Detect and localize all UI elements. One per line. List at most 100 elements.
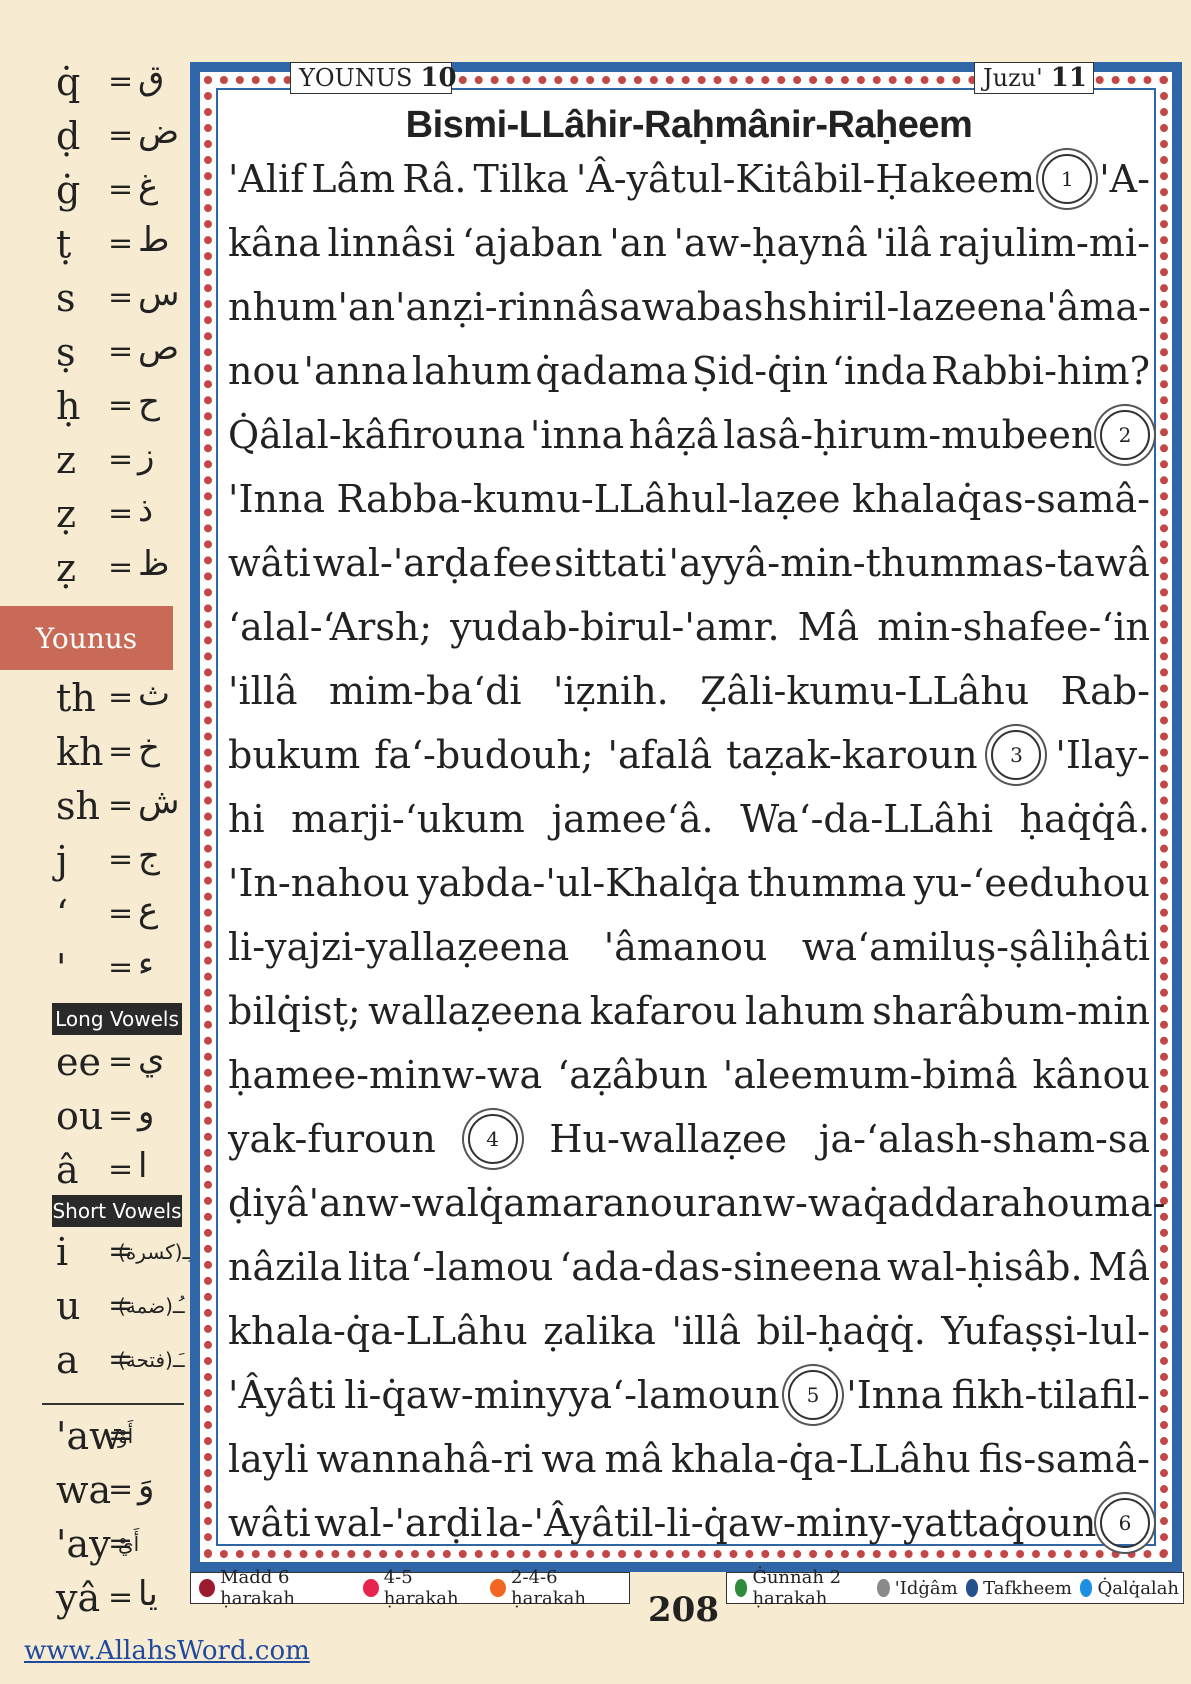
legend-equals: = (108, 1098, 134, 1133)
website-link[interactable]: www.AllahsWord.com (24, 1636, 310, 1666)
legend-arabic: ج (138, 836, 160, 876)
legend-row-short-vowel: a = ـَـ(فتحة) (0, 1334, 185, 1388)
text-line: li-yajzi-yallaẓeena 'âmanou wa‘amiluṣ-ṣâli… (228, 915, 1150, 979)
verse-number-marker: 3 (991, 730, 1042, 780)
word: jamee‘â. (551, 797, 714, 841)
legend-latin: ẓ (56, 546, 77, 590)
legend-equals: = (108, 1472, 134, 1507)
legend-latin: ee (56, 1040, 101, 1084)
text-line: wâti wal-'arḍi la-'Âyâtil-li-q̇aw-miny-yat… (228, 1491, 1150, 1555)
legend-arabic: ز (138, 436, 155, 476)
madd-legend: Madd 6 ḥarakah 4-5 ḥarakah 2-4-6 ḥarakah (190, 1567, 630, 1609)
word: wannahâ-ri (316, 1437, 534, 1481)
legend-latin: q̇ (56, 60, 81, 104)
legend-arabic: ع (138, 890, 159, 930)
verse-lines: 'Alif Lâm Râ. Tilka 'Â-yâtul-Kitâbil-Ḥakeem 1… (228, 147, 1166, 1555)
word: Hu-wallaẓee (549, 1117, 787, 1161)
word: sittati (554, 541, 667, 585)
word: 'afalâ (607, 733, 713, 777)
word: 'illâ (671, 1309, 741, 1353)
legend-arabic: ـُـ(ضمة) (118, 1294, 185, 1318)
word: sharâbum-min (872, 989, 1150, 1033)
word: 'anna (303, 349, 409, 393)
word: 'Â-yâtul-Kitâbil-Ḥakeem (575, 157, 1036, 201)
word: Rabba-kumu-LLâhul-laẓee (336, 477, 841, 521)
word: 'Alif (228, 157, 305, 201)
word: wallaẓeena (368, 989, 583, 1033)
legend-latin: ḍ (56, 114, 81, 158)
word: Ẓâli-kumu-LLâhu (700, 669, 1030, 713)
word: q̇adama (535, 349, 689, 393)
word: kafarou (589, 989, 738, 1033)
legend-latin: u (56, 1284, 81, 1328)
legend-equals: = (108, 550, 134, 585)
legend-row-consonant: sh = ش (0, 780, 185, 834)
word: wal-'arḍi (314, 1501, 483, 1545)
text-line: nou'anna lahum q̇adama Ṣid-q̇in ‘inda Rabbi-h… (228, 339, 1150, 403)
verse-number-marker: 6 (1099, 1498, 1150, 1548)
legend-latin: ṣ (56, 330, 76, 374)
legend-latin: kh (56, 730, 104, 774)
madd-label: 2-4-6 ḥarakah (511, 1567, 586, 1609)
madd-label: 4-5 ḥarakah (383, 1567, 459, 1609)
text-line: khala-q̇a-LLâhu ẓalika 'illâ bil-ḥaq̇q̇. Yuf… (228, 1299, 1150, 1363)
juzu-header: Juzu' 11 (974, 62, 1094, 94)
word: ‘inda (831, 349, 928, 393)
legend-row-consonant: ḥ = ح (0, 380, 185, 434)
word: 'âma- (1046, 285, 1151, 329)
text-line: ‘alal-‘Arsh; yudab-birul-'amr. Mâ min-shafe… (228, 595, 1150, 659)
legend-arabic: ا (138, 1146, 148, 1186)
legend-equals: = (108, 734, 134, 769)
text-line: hi marji-‘ukum jamee‘â. Wa‘-da-LLâhi ḥaq̇q̇â… (228, 787, 1150, 851)
word: kâna (228, 221, 321, 265)
text-line: kâna linnâsi ‘ajaban'an'aw-ḥaynâ'ilâ rajuli… (228, 211, 1150, 275)
text-line: wâti wal-'arḍa fee sittati'ayyâ-min-thummas… (228, 531, 1150, 595)
legend-equals: = (108, 842, 134, 877)
word: yu-‘eeduhou (913, 861, 1150, 905)
legend-arabic: خ (138, 728, 160, 768)
word: 'âmanou (603, 925, 768, 969)
word: fikh-tilafil- (951, 1373, 1150, 1417)
legend-latin: yâ (56, 1576, 101, 1620)
word: khala-q̇a-LLâhu (228, 1309, 528, 1353)
legend-divider (42, 1403, 184, 1405)
legend-row-consonant: ẓ = ظ (0, 542, 185, 596)
legend-equals: = (108, 334, 134, 369)
legend-equals: = (108, 64, 134, 99)
legend-latin: sh (56, 784, 100, 828)
transliteration-legend: q̇ = ق ḍ = ض ġ = غ ṭ = ط s = س ṣ = ص ḥ = ح z = ز ẓ = ذ ẓ = ظ Younus th =… (0, 0, 194, 1684)
word: Yufaṣṣi-lul- (941, 1309, 1150, 1353)
word: marji-‘ukum (291, 797, 525, 841)
text-line: 'Alif Lâm Râ. Tilka 'Â-yâtul-Kitâbil-Ḥakeem 1… (228, 147, 1150, 211)
legend-row-diphthong: yâ = يا (0, 1572, 185, 1626)
word: ‘ajaban (461, 221, 603, 265)
legend-equals: = (108, 1580, 134, 1615)
word: lita‘-lamou (347, 1245, 554, 1289)
legend-row-consonant: ‘ = ع (0, 888, 185, 942)
short-vowels-label: Short Vowels (52, 1195, 182, 1227)
word: bukum (228, 733, 361, 777)
word: thumma (747, 861, 907, 905)
verse-number-marker: 1 (1042, 154, 1093, 204)
legend-arabic: ي (138, 1038, 165, 1078)
word: yabda-'ul-Khalq̇a (417, 861, 740, 905)
legend-arabic: أَيْ (118, 1532, 140, 1556)
legend-arabic: ذ (138, 490, 154, 530)
word: la-'Âyâtil-li-q̇aw-miny-yattaq̇oun (485, 1501, 1097, 1545)
word: 'aleemum-bimâ (722, 1053, 1018, 1097)
legend-equals: = (108, 226, 134, 261)
word: ‘aẓâbun (557, 1053, 708, 1097)
legend-arabic: ط (138, 220, 170, 260)
word: wâti (228, 1501, 311, 1545)
word: khala-q̇a-LLâhu (671, 1437, 971, 1481)
word: 'an (337, 285, 396, 329)
word: fa‘-budouh; (374, 733, 594, 777)
text-line: layli wannahâ-ri wa mâ khala-q̇a-LLâhu fis-sa… (228, 1427, 1150, 1491)
word: lahum (411, 349, 532, 393)
word: ḥaq̇q̇â. (1019, 797, 1150, 841)
tajweed-color-dot (965, 1579, 979, 1597)
text-line: 'In-nahou yabda-'ul-Khalq̇a thumma yu-‘eedu… (228, 851, 1150, 915)
word: ma- (1093, 1181, 1166, 1225)
word: 'iẓnih. (552, 669, 669, 713)
legend-equals: = (108, 1044, 134, 1079)
